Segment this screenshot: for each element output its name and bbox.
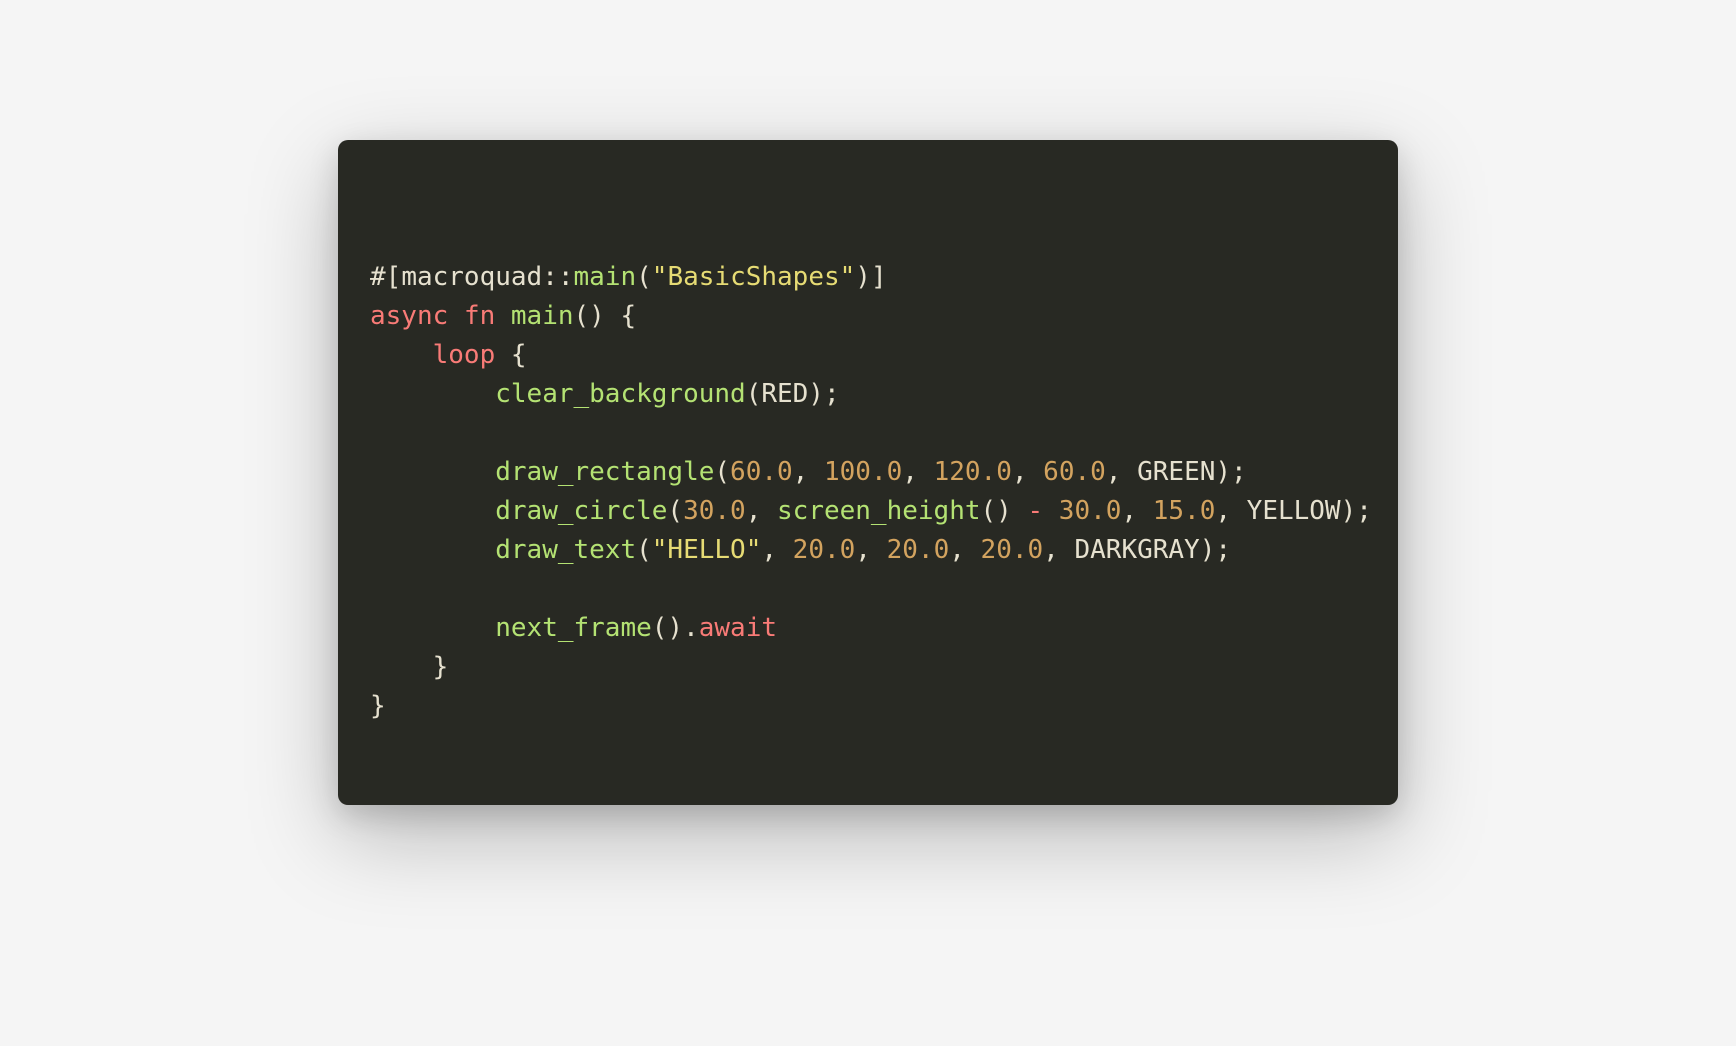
code-token: async: [370, 301, 448, 331]
code-token: {: [495, 340, 526, 370]
code-token: (: [636, 535, 652, 565]
code-token: ,: [793, 457, 824, 487]
code-token: (: [667, 496, 683, 526]
code-block: #[macroquad::main("BasicShapes")]async f…: [338, 140, 1398, 805]
code-token: -: [1027, 496, 1043, 526]
code-line: #[macroquad::main("BasicShapes")]: [370, 258, 1366, 297]
code-token: 15.0: [1153, 496, 1216, 526]
code-token: (): [981, 496, 1028, 526]
code-token: 60.0: [1043, 457, 1106, 487]
code-token: draw_rectangle: [495, 457, 714, 487]
code-line: draw_text("HELLO", 20.0, 20.0, 20.0, DAR…: [370, 531, 1366, 570]
code-token: (: [714, 457, 730, 487]
code-token: [448, 301, 464, 331]
code-token: (RED);: [746, 379, 840, 409]
code-token: 30.0: [1059, 496, 1122, 526]
code-token: }: [370, 691, 386, 721]
code-token: main: [574, 262, 637, 292]
code-token: [370, 535, 495, 565]
code-token: ,: [1121, 496, 1152, 526]
code-token: ,: [949, 535, 980, 565]
code-line: [370, 570, 1366, 609]
code-token: [370, 496, 495, 526]
code-token: 60.0: [730, 457, 793, 487]
code-token: }: [370, 652, 448, 682]
code-token: await: [699, 613, 777, 643]
code-token: ().: [652, 613, 699, 643]
code-token: () {: [574, 301, 637, 331]
code-token: , DARKGRAY);: [1043, 535, 1231, 565]
code-token: 20.0: [981, 535, 1044, 565]
code-token: 100.0: [824, 457, 902, 487]
code-line: draw_circle(30.0, screen_height() - 30.0…: [370, 492, 1366, 531]
code-token: ,: [746, 496, 777, 526]
code-token: [370, 457, 495, 487]
code-token: clear_background: [495, 379, 745, 409]
code-token: 20.0: [793, 535, 856, 565]
code-line: }: [370, 687, 1366, 726]
code-line: clear_background(RED);: [370, 375, 1366, 414]
code-token: "BasicShapes": [652, 262, 856, 292]
code-line: async fn main() {: [370, 297, 1366, 336]
code-token: draw_text: [495, 535, 636, 565]
code-token: macroquad: [401, 262, 542, 292]
code-token: "HELLO": [652, 535, 762, 565]
code-token: , GREEN);: [1106, 457, 1247, 487]
code-line: draw_rectangle(60.0, 100.0, 120.0, 60.0,…: [370, 453, 1366, 492]
code-token: 20.0: [887, 535, 950, 565]
code-token: 120.0: [934, 457, 1012, 487]
code-line: loop {: [370, 336, 1366, 375]
code-token: )]: [855, 262, 886, 292]
code-token: [370, 379, 495, 409]
code-line: [370, 414, 1366, 453]
code-token: 30.0: [683, 496, 746, 526]
code-token: fn: [464, 301, 495, 331]
code-token: screen_height: [777, 496, 981, 526]
code-token: [1043, 496, 1059, 526]
code-token: draw_circle: [495, 496, 667, 526]
code-token: next_frame: [495, 613, 652, 643]
code-token: ::: [542, 262, 573, 292]
code-token: loop: [433, 340, 496, 370]
code-line: }: [370, 648, 1366, 687]
code-token: [370, 340, 433, 370]
code-token: [370, 613, 495, 643]
code-token: ,: [761, 535, 792, 565]
code-token: #[: [370, 262, 401, 292]
code-content: #[macroquad::main("BasicShapes")]async f…: [370, 258, 1366, 726]
code-token: [495, 301, 511, 331]
code-token: ,: [902, 457, 933, 487]
code-token: , YELLOW);: [1215, 496, 1372, 526]
code-line: next_frame().await: [370, 609, 1366, 648]
code-token: ,: [1012, 457, 1043, 487]
code-token: ,: [855, 535, 886, 565]
code-token: main: [511, 301, 574, 331]
code-token: (: [636, 262, 652, 292]
